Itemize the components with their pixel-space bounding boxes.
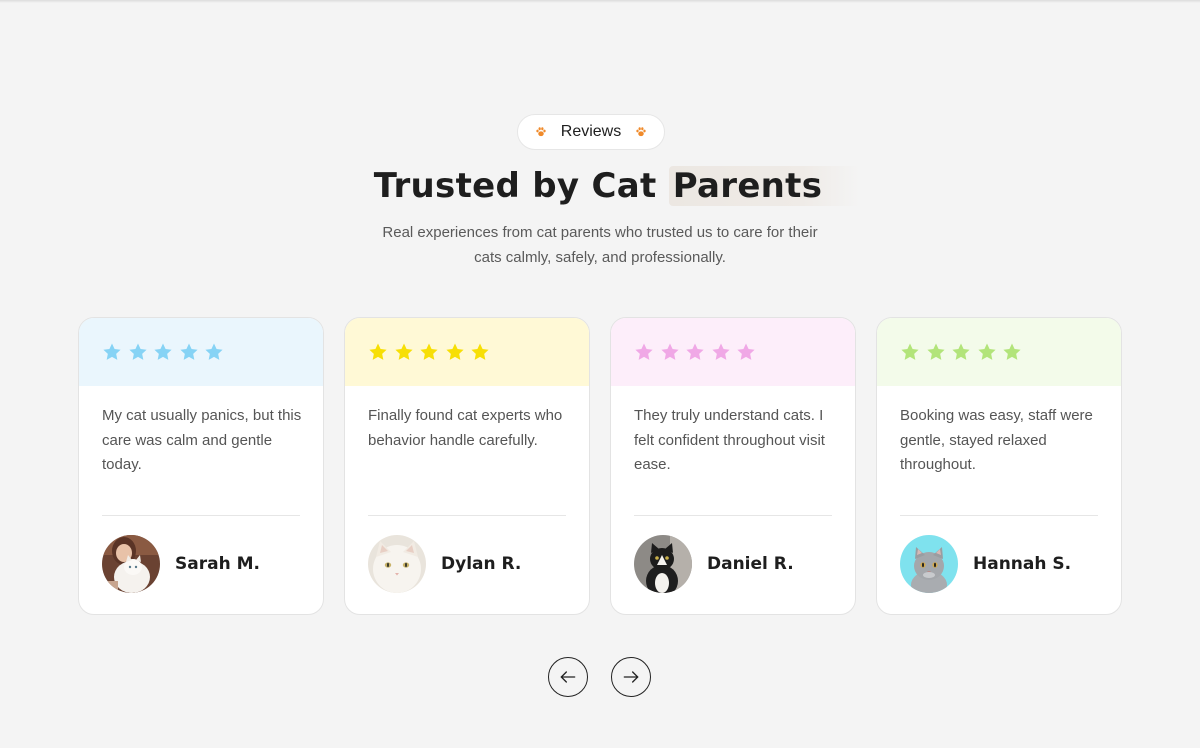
review-card: They truly understand cats. I felt confi… [610, 317, 856, 615]
arrow-right-icon [623, 671, 639, 683]
star-icon [952, 343, 970, 360]
paw-icon [636, 127, 646, 137]
star-icon [901, 343, 919, 360]
reviewer-name: Sarah M. [175, 554, 260, 574]
reviewer-name: Hannah S. [973, 554, 1072, 574]
rating-bar [877, 318, 1121, 386]
section-subtitle: Real experiences from cat parents who tr… [382, 224, 818, 266]
review-quote: Finally found cat experts who behavior h… [368, 407, 571, 449]
reviewer: Sarah M. [102, 535, 260, 593]
rating-bar [345, 318, 589, 386]
star-icon [686, 343, 704, 360]
review-quote: They truly understand cats. I felt confi… [634, 407, 834, 473]
previous-button[interactable] [548, 657, 588, 697]
white-cat-avatar [368, 535, 426, 593]
reviews-badge: Reviews [517, 114, 665, 150]
star-icon [711, 343, 730, 360]
divider [634, 515, 832, 516]
tuxedo-cat-avatar [634, 535, 692, 593]
review-card: Finally found cat experts who behavior h… [344, 317, 590, 615]
grey-cat-avatar [900, 535, 958, 593]
star-icon [977, 343, 996, 360]
reviewer-name: Dylan R. [441, 554, 522, 574]
review-quote: Booking was easy, staff were gentle, sta… [900, 407, 1098, 473]
star-icon [635, 343, 653, 360]
reviewer: Dylan R. [368, 535, 521, 593]
star-icon [737, 343, 755, 360]
star-icon [128, 343, 147, 360]
section-title: Trusted by Cat Parents [0, 166, 1200, 206]
reviewer: Daniel R. [634, 535, 794, 593]
star-icon [369, 343, 387, 360]
star-icon [445, 343, 464, 360]
reviews-section: Reviews Trusted by Cat Parents Real expe… [0, 0, 1200, 748]
review-card: My cat usually panics, but this care was… [78, 317, 324, 615]
star-icon [179, 343, 198, 360]
reviewer-name: Daniel R. [707, 554, 794, 574]
title-highlight: Parents [668, 166, 861, 206]
woman-holding-white-cat-avatar [102, 535, 160, 593]
star-icon [394, 343, 413, 360]
divider [900, 515, 1098, 516]
star-icon [103, 343, 121, 360]
star-icon [471, 343, 489, 360]
reviewer: Hannah S. [900, 535, 1071, 593]
badge-label: Reviews [560, 123, 622, 140]
rating-bar [79, 318, 323, 386]
header-shadow [0, 0, 1200, 3]
star-icon [660, 343, 679, 360]
star-icon [420, 343, 438, 360]
star-icon [926, 343, 945, 360]
rating-bar [611, 318, 855, 386]
next-button[interactable] [611, 657, 651, 697]
title-main: Trusted by Cat [373, 166, 669, 206]
review-quote: My cat usually panics, but this care was… [102, 407, 306, 473]
review-card: Booking was easy, staff were gentle, sta… [876, 317, 1122, 615]
reviews-carousel: My cat usually panics, but this care was… [78, 317, 1122, 615]
star-icon [154, 343, 172, 360]
arrow-left-icon [560, 671, 576, 683]
star-icon [205, 343, 223, 360]
paw-icon [536, 127, 546, 137]
star-icon [1003, 343, 1021, 360]
divider [102, 515, 300, 516]
divider [368, 515, 566, 516]
